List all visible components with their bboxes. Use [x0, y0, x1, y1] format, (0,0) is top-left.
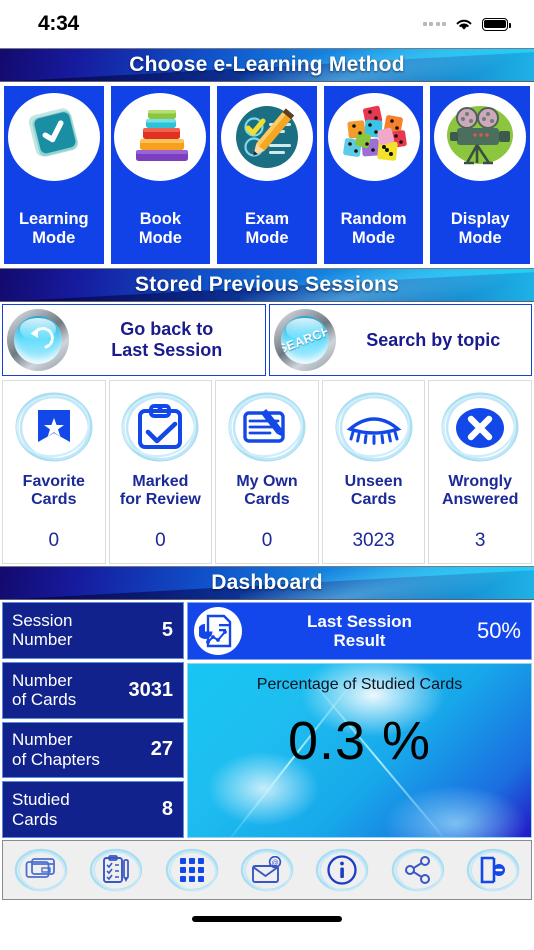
stat-value-studied-cards: 8	[161, 798, 173, 821]
exam-checklist-pencil-icon	[220, 93, 313, 181]
stat-value-number-of-cards: 3031	[128, 678, 174, 701]
percentage-studied-panel: Percentage of Studied Cards 0.3 %	[187, 663, 532, 838]
dashboard-stats-column: Session Number 5 Number of Cards 3031 Numb…	[2, 602, 184, 838]
signal-dots-icon	[422, 22, 446, 26]
mode-label-learning: Learning Mode	[18, 210, 89, 248]
learning-mode-row: Learning Mode Book Mode Exam Mode Random…	[0, 82, 534, 268]
film-camera-icon	[434, 93, 527, 181]
mode-label-display: Display Mode	[450, 210, 510, 248]
toolbar-button-flashcards[interactable]	[11, 845, 71, 895]
toolbar-button-share[interactable]	[388, 845, 448, 895]
mode-card-display[interactable]: Display Mode	[428, 84, 532, 266]
mode-card-exam[interactable]: Exam Mode	[215, 84, 319, 266]
section-title-dashboard: Dashboard	[211, 571, 323, 594]
percentage-studied-title: Percentage of Studied Cards	[256, 676, 463, 693]
exit-icon	[480, 856, 506, 884]
status-bar-clock: 4:34	[38, 12, 79, 35]
stat-label-session-number: Session Number	[12, 610, 73, 650]
search-by-topic-label: Search by topic	[366, 329, 501, 350]
section-title-learning-methods: Choose e-Learning Method	[129, 53, 405, 76]
stat-value-number-of-chapters: 27	[150, 738, 173, 761]
mode-label-random: Random Mode	[340, 210, 407, 248]
bookmark-star-icon	[8, 387, 100, 469]
category-card-my-own-cards[interactable]: My Own Cards 0	[215, 380, 319, 564]
category-label-unseen-cards: Unseen Cards	[344, 473, 403, 508]
circle-x-icon	[434, 387, 526, 469]
toolbar-button-notes[interactable]	[86, 845, 146, 895]
category-label-my-own-cards: My Own Cards	[236, 473, 298, 508]
dashboard-panel: Session Number 5 Number of Cards 3031 Numb…	[0, 600, 534, 840]
check-card-icon	[7, 93, 100, 181]
mode-label-book: Book Mode	[138, 210, 182, 248]
svg-text:@: @	[271, 860, 278, 867]
closed-eye-icon	[328, 387, 420, 469]
home-indicator-area	[0, 900, 534, 938]
stat-value-session-number: 5	[161, 618, 173, 641]
percentage-studied-value: 0.3 %	[287, 711, 432, 771]
email-icon: @	[252, 856, 282, 883]
mode-card-random[interactable]: Random Mode	[321, 84, 426, 266]
last-session-result-row[interactable]: Last Session Result 50%	[187, 602, 532, 660]
info-icon	[327, 855, 358, 885]
stat-number-of-chapters: Number of Chapters 27	[2, 721, 184, 779]
battery-icon	[482, 17, 511, 31]
go-back-last-session-button[interactable]: Go back to Last Session	[2, 304, 266, 376]
status-bar-indicators	[422, 17, 511, 32]
dashboard-right-column: Last Session Result 50% Percentage of Stu…	[187, 602, 532, 838]
status-bar: 4:34	[0, 0, 534, 48]
dice-icon	[327, 93, 420, 181]
toolbar-button-about[interactable]	[312, 845, 372, 895]
stat-session-number: Session Number 5	[2, 602, 184, 659]
toolbar-button-menu[interactable]	[162, 845, 222, 895]
stat-label-number-of-chapters: Number of Chapters	[12, 730, 100, 769]
category-card-unseen-cards[interactable]: Unseen Cards 3023	[321, 380, 426, 564]
section-header-stored-sessions: Stored Previous Sessions	[0, 268, 534, 302]
mode-card-book[interactable]: Book Mode	[108, 84, 213, 266]
clipboard-check-icon	[114, 387, 206, 469]
search-icon: SEARCH	[273, 309, 336, 371]
section-title-stored-sessions: Stored Previous Sessions	[135, 273, 399, 296]
category-count-wrongly-answered: 3	[474, 530, 486, 551]
category-count-my-own-cards: 0	[261, 530, 273, 551]
search-badge-label: SEARCH	[280, 323, 329, 357]
category-count-favorite: 0	[48, 530, 60, 551]
share-icon	[404, 856, 430, 884]
section-header-dashboard: Dashboard	[0, 566, 534, 600]
mode-card-learning[interactable]: Learning Mode	[2, 84, 106, 266]
category-card-favorite[interactable]: Favorite Cards 0	[2, 380, 106, 564]
card-category-row: Favorite Cards 0 Marked for Review 0 My …	[0, 378, 534, 566]
category-card-marked-for-review[interactable]: Marked for Review 0	[108, 380, 213, 564]
grid-icon	[179, 858, 204, 882]
last-session-result-label: Last Session Result	[307, 611, 412, 650]
category-card-wrongly-answered[interactable]: Wrongly Answered 3	[428, 380, 532, 564]
stat-label-studied-cards: Studied Cards	[12, 790, 70, 829]
toolbar-button-contact[interactable]: @	[237, 845, 297, 895]
section-header-learning-methods: Choose e-Learning Method	[0, 48, 534, 82]
stat-label-number-of-cards: Number of Cards	[12, 670, 77, 710]
category-label-marked-for-review: Marked for Review	[119, 473, 201, 508]
last-session-result-value: 50%	[476, 618, 521, 643]
category-count-marked-for-review: 0	[155, 530, 166, 551]
stat-number-of-cards: Number of Cards 3031	[2, 661, 184, 719]
category-label-wrongly-answered: Wrongly Answered	[441, 473, 519, 508]
mode-label-exam: Exam Mode	[244, 210, 289, 248]
book-stack-icon	[114, 93, 207, 181]
checklist-pencil-icon	[103, 855, 129, 883]
cards-icon	[25, 858, 55, 878]
toolbar-button-exit[interactable]	[463, 845, 523, 895]
category-count-unseen-cards: 3023	[352, 530, 395, 551]
back-arrow-icon	[7, 309, 69, 371]
wifi-icon	[456, 19, 472, 30]
stored-sessions-row: Go back to Last Session SEARCH Search by …	[0, 302, 534, 378]
note-pencil-icon	[221, 387, 313, 469]
category-label-favorite: Favorite Cards	[22, 473, 85, 508]
go-back-last-session-label: Go back to Last Session	[111, 319, 223, 360]
stat-studied-cards: Studied Cards 8	[2, 781, 184, 838]
bottom-toolbar: @	[2, 840, 532, 900]
home-indicator[interactable]	[192, 916, 342, 922]
search-by-topic-button[interactable]: SEARCH Search by topic	[268, 304, 532, 376]
report-chart-icon	[194, 607, 242, 655]
